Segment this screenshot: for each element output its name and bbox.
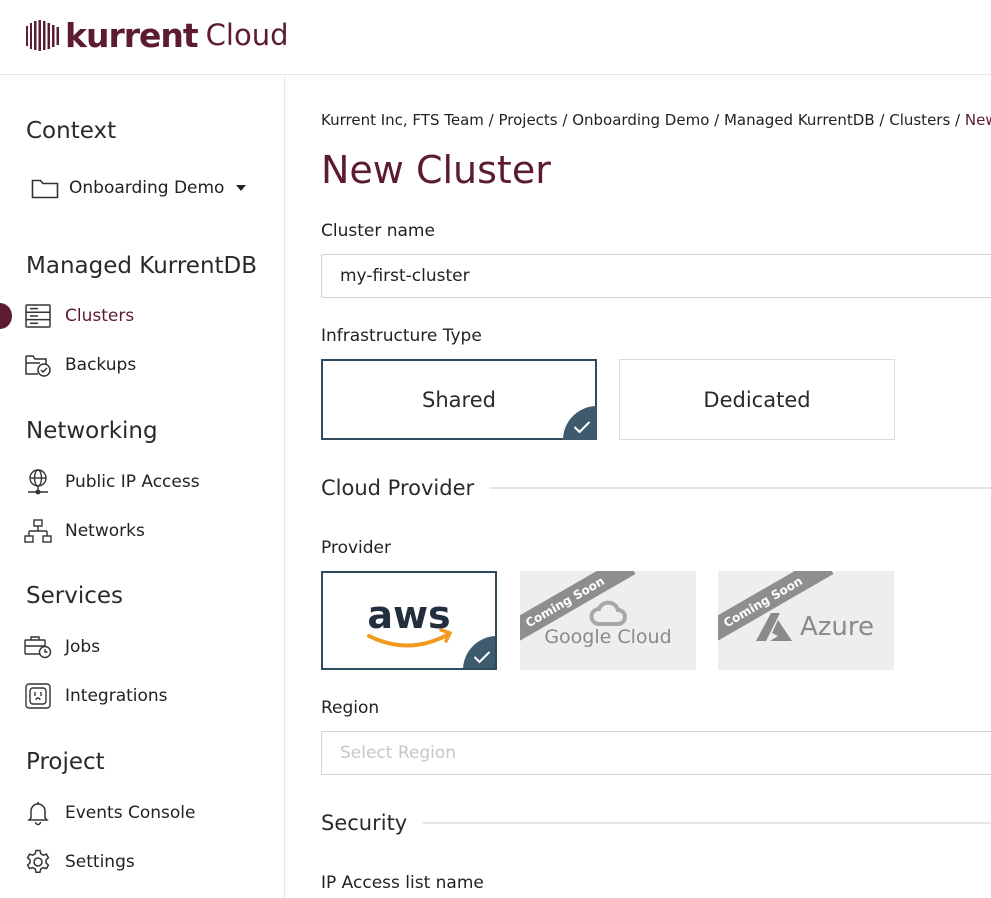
infra-option-label: Dedicated	[703, 387, 811, 412]
kurrent-cloud-logo[interactable]: kurrent Cloud	[25, 15, 289, 55]
main-content: Kurrent Inc, FTS Team / Projects / Onboa…	[286, 76, 991, 898]
sidebar-item-jobs[interactable]: Jobs	[24, 632, 100, 662]
active-indicator	[0, 303, 12, 329]
sidebar: Context Onboarding Demo Managed KurrentD…	[0, 76, 285, 898]
sidebar-item-integrations[interactable]: Integrations	[24, 681, 168, 711]
outlet-icon	[24, 682, 52, 710]
security-section-title: Security	[321, 811, 991, 835]
bell-icon	[24, 799, 52, 827]
server-stack-icon	[24, 302, 52, 330]
gear-icon	[24, 848, 52, 876]
cloud-icon	[589, 600, 627, 626]
infrastructure-type-label: Infrastructure Type	[321, 326, 482, 346]
context-selector[interactable]: Onboarding Demo	[31, 177, 247, 199]
sidebar-section-project: Project	[26, 749, 105, 775]
infra-option-dedicated[interactable]: Dedicated	[619, 359, 895, 440]
sidebar-item-label: Jobs	[65, 637, 101, 657]
breadcrumb-current: New Cluster	[964, 111, 991, 129]
sidebar-section-managed-kurrentdb: Managed KurrentDB	[26, 253, 258, 279]
sidebar-item-events-console[interactable]: Events Console	[24, 798, 195, 828]
sidebar-item-label: Networks	[65, 521, 145, 541]
logo-subtitle: Cloud	[205, 18, 289, 52]
kurrent-logo-mark-icon	[26, 20, 59, 51]
backup-icon	[24, 351, 52, 379]
sidebar-item-clusters[interactable]: Clusters	[24, 301, 134, 331]
infra-option-label: Shared	[422, 387, 496, 412]
cluster-name-label: Cluster name	[321, 221, 435, 241]
page-title: New Cluster	[321, 148, 551, 192]
sidebar-item-label: Settings	[65, 852, 135, 872]
network-tree-icon	[24, 517, 52, 545]
sidebar-item-label: Backups	[65, 355, 137, 375]
sidebar-item-public-ip-access[interactable]: Public IP Access	[24, 467, 200, 497]
ip-access-list-name-label: IP Access list name	[321, 873, 484, 893]
sidebar-item-label: Integrations	[65, 686, 168, 706]
security-title-text: Security	[321, 811, 408, 835]
cluster-name-input[interactable]	[321, 254, 991, 298]
azure-icon	[755, 612, 792, 641]
provider-option-aws[interactable]: aws	[321, 571, 497, 670]
aws-logo-text: aws	[367, 593, 450, 637]
sidebar-section-services: Services	[26, 583, 123, 609]
sidebar-item-label: Clusters	[65, 306, 135, 326]
breadcrumb[interactable]: Kurrent Inc, FTS Team / Projects / Onboa…	[321, 111, 991, 129]
sidebar-item-backups[interactable]: Backups	[24, 350, 136, 380]
azure-label: Azure	[799, 611, 875, 642]
cloud-provider-section-title: Cloud Provider	[321, 476, 991, 500]
breadcrumb-trail[interactable]: Kurrent Inc, FTS Team / Projects / Onboa…	[321, 111, 965, 129]
top-bar: kurrent Cloud	[0, 0, 991, 75]
aws-logo: aws	[367, 593, 452, 647]
sidebar-section-networking: Networking	[26, 418, 158, 444]
context-selector-label: Onboarding Demo	[69, 178, 225, 198]
sidebar-section-context: Context	[26, 118, 117, 144]
infra-option-shared[interactable]: Shared	[321, 359, 597, 440]
provider-option-azure[interactable]: Azure Coming Soon	[718, 571, 894, 670]
section-divider	[423, 822, 991, 824]
folder-icon	[31, 179, 59, 199]
section-divider	[490, 487, 991, 489]
provider-label: Provider	[321, 538, 391, 558]
cloud-provider-title-text: Cloud Provider	[321, 476, 475, 500]
briefcase-clock-icon	[24, 633, 52, 661]
globe-pin-icon	[24, 468, 52, 496]
sidebar-item-settings[interactable]: Settings	[24, 847, 135, 877]
provider-option-google-cloud[interactable]: Google Cloud Coming Soon	[520, 571, 696, 670]
checkmark-icon	[563, 406, 597, 440]
checkmark-icon	[463, 636, 495, 668]
logo-wordmark: kurrent	[65, 15, 199, 55]
sidebar-item-networks[interactable]: Networks	[24, 516, 145, 546]
region-select[interactable]	[321, 731, 991, 775]
caret-down-icon	[236, 185, 247, 191]
azure-logo: Azure	[755, 611, 875, 642]
sidebar-item-label: Public IP Access	[65, 472, 200, 492]
sidebar-item-label: Events Console	[65, 803, 196, 823]
google-cloud-label: Google Cloud	[544, 625, 672, 648]
region-label: Region	[321, 698, 380, 718]
